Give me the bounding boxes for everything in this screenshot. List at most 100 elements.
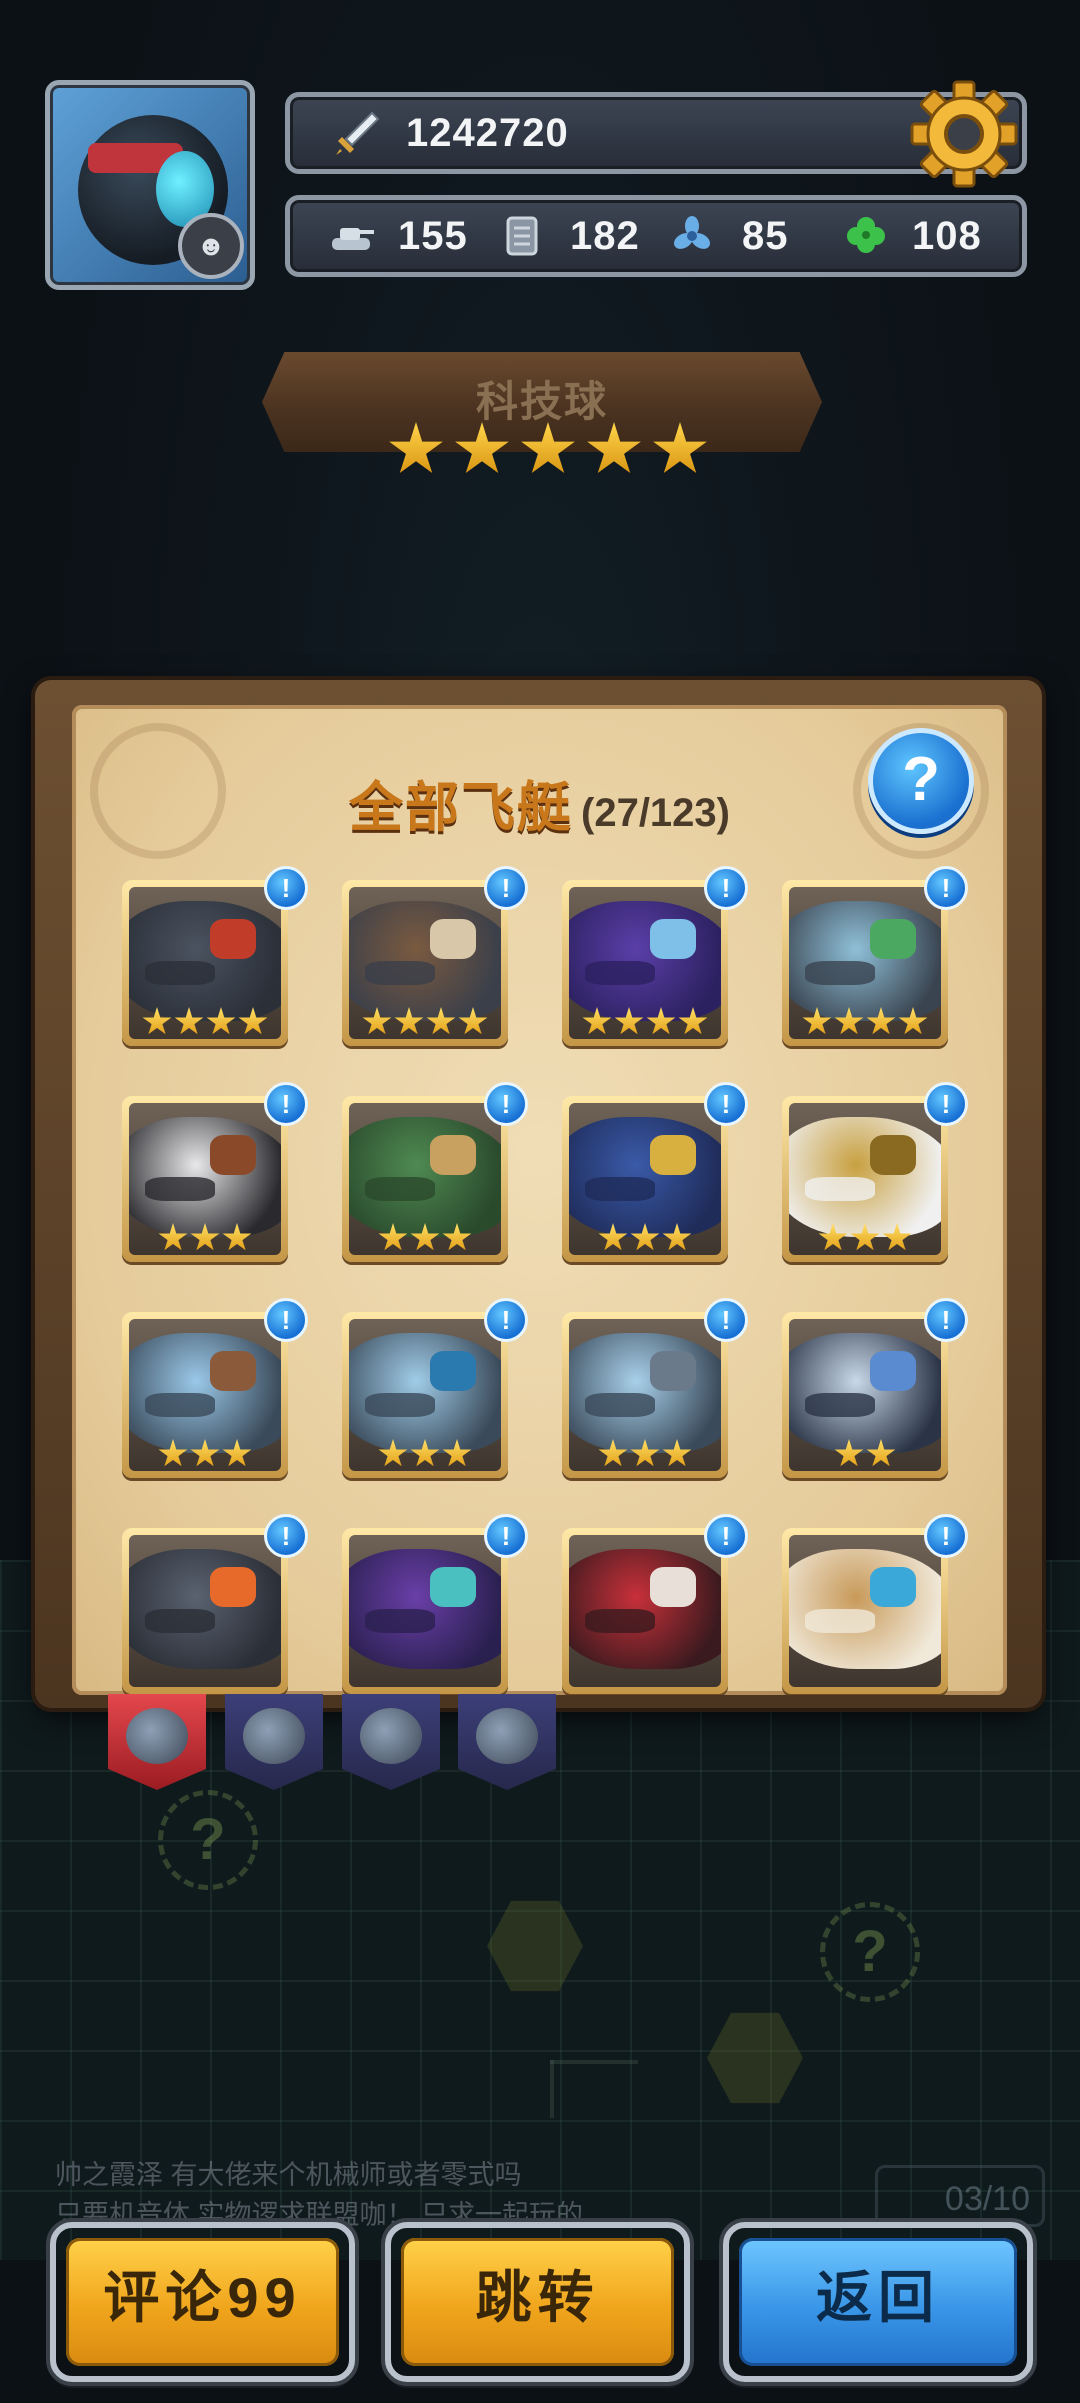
airship-card[interactable]: ! (782, 866, 968, 1046)
airship-star-rating (789, 1223, 941, 1253)
airship-icon (349, 901, 501, 1021)
airship-portrait (789, 1535, 941, 1687)
airship-portrait (349, 1103, 501, 1255)
airship-icon (569, 1549, 721, 1669)
airship-icon (789, 1333, 941, 1453)
new-alert-badge: ! (924, 1082, 968, 1126)
airship-portrait (349, 1535, 501, 1687)
locked-slot-icon: ? (158, 1790, 258, 1890)
airship-portrait (789, 887, 941, 1039)
resource-value-clover: 108 (912, 214, 982, 258)
tank-icon (332, 228, 374, 250)
help-button[interactable]: ? (868, 728, 974, 834)
airship-star-rating (349, 1223, 501, 1253)
airship-icon (349, 1549, 501, 1669)
chat-line: 帅之霞泽 有大佬来个机械师或者零式吗 (55, 2160, 522, 2190)
airship-card[interactable]: ! (782, 1514, 968, 1694)
star-icon (882, 1223, 912, 1251)
star-icon (389, 422, 443, 473)
star-icon (866, 1439, 896, 1467)
new-alert-badge: ! (264, 1298, 308, 1342)
settings-gear-icon[interactable] (908, 78, 1020, 190)
airship-star-rating (569, 1439, 721, 1469)
sword-icon (336, 111, 380, 155)
star-icon (455, 422, 509, 473)
airship-star-rating (349, 1007, 501, 1037)
star-icon (850, 1223, 880, 1251)
new-alert-badge: ! (704, 1514, 748, 1558)
airship-portrait (129, 1319, 281, 1471)
star-icon (174, 1007, 204, 1035)
airship-card[interactable]: ! (562, 1514, 748, 1694)
airship-portrait (129, 1103, 281, 1255)
airship-card[interactable]: ! (122, 866, 308, 1046)
star-icon (834, 1439, 864, 1467)
resource-bar: 155 182 85 108 (285, 195, 1027, 277)
airship-portrait (789, 1319, 941, 1471)
star-icon (238, 1007, 268, 1035)
scroll-icon (506, 216, 538, 256)
airship-card[interactable]: ! (122, 1082, 308, 1262)
new-alert-badge: ! (704, 1298, 748, 1342)
new-alert-badge: ! (264, 1082, 308, 1126)
airship-card[interactable]: ! (782, 1082, 968, 1262)
airship-card[interactable]: ! (562, 1082, 748, 1262)
airship-card[interactable]: ! (342, 1298, 528, 1478)
ghost-path (550, 2060, 638, 2064)
star-icon (662, 1223, 692, 1251)
new-alert-badge: ! (264, 866, 308, 910)
airship-tab-icon (126, 1708, 188, 1764)
airship-card[interactable]: ! (342, 1514, 528, 1694)
star-icon (142, 1007, 172, 1035)
airship-icon (569, 1333, 721, 1453)
airship-icon (349, 1117, 501, 1237)
star-icon (158, 1439, 188, 1467)
panel-title: 全部飞艇 (27/123) (72, 763, 1007, 842)
airship-star-rating (129, 1223, 281, 1253)
airship-card[interactable]: ! (562, 1298, 748, 1478)
airship-card[interactable]: ! (122, 1514, 308, 1694)
star-icon (190, 1439, 220, 1467)
panel-title-text: 全部飞艇 (349, 778, 573, 838)
star-icon (206, 1007, 236, 1035)
star-icon (630, 1439, 660, 1467)
airship-card[interactable]: ! (342, 1082, 528, 1262)
airship-collection-content: 全部飞艇 (27/123) !!!!!!!!!!!!!!!! (72, 705, 1007, 1695)
new-alert-badge: ! (704, 866, 748, 910)
airship-icon (129, 1333, 281, 1453)
airship-portrait (569, 887, 721, 1039)
jump-button-label: 跳转 (401, 2238, 674, 2366)
new-alert-badge: ! (264, 1514, 308, 1558)
airship-tab-icon (243, 1708, 305, 1764)
fan-icon (673, 216, 711, 249)
star-icon (378, 1223, 408, 1251)
star-icon (646, 1007, 676, 1035)
clover-icon (847, 217, 885, 253)
back-button[interactable]: 返回 (723, 2222, 1033, 2382)
player-avatar[interactable]: ☻ (45, 80, 255, 290)
airship-card[interactable]: ! (342, 866, 528, 1046)
airship-icon (129, 901, 281, 1021)
new-alert-badge: ! (924, 1514, 968, 1558)
airship-icon (349, 1333, 501, 1453)
airship-star-rating (129, 1439, 281, 1469)
airship-star-rating (569, 1223, 721, 1253)
airship-card[interactable]: ! (562, 866, 748, 1046)
airship-card[interactable]: ! (122, 1298, 308, 1478)
star-icon (410, 1439, 440, 1467)
jump-button[interactable]: 跳转 (385, 2222, 690, 2382)
airship-portrait (569, 1103, 721, 1255)
new-alert-badge: ! (484, 1298, 528, 1342)
star-icon (378, 1439, 408, 1467)
star-icon (158, 1223, 188, 1251)
collection-count: (27/123) (581, 791, 730, 835)
star-icon (802, 1007, 832, 1035)
star-icon (521, 422, 575, 473)
airship-card[interactable]: ! (782, 1298, 968, 1478)
airship-star-rating (349, 1439, 501, 1469)
power-value: 1242720 (406, 111, 569, 155)
airship-star-rating (789, 1007, 941, 1037)
airship-icon (569, 901, 721, 1021)
airship-portrait (349, 1319, 501, 1471)
comment-button[interactable]: 评论99 (50, 2222, 355, 2382)
